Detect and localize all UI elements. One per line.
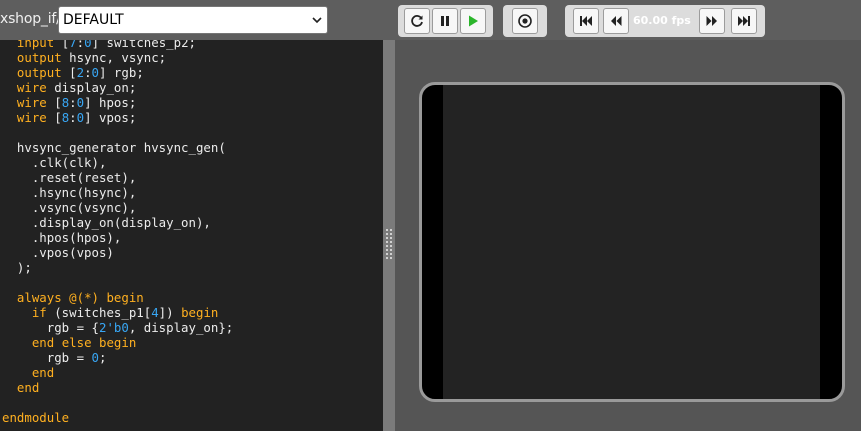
record-controls <box>503 5 547 37</box>
code-editor[interactable]: input [7:0] switches_p2; output hsync, v… <box>0 40 383 431</box>
code-line: end else begin <box>31 335 137 350</box>
reset-icon <box>411 15 423 27</box>
file-path-label: xshop_if/ <box>0 11 61 27</box>
reset-button[interactable] <box>404 8 430 34</box>
code-line: rgb = {2'b0, display_on}; <box>2 320 234 335</box>
crt-screen <box>443 85 820 399</box>
code-line: always @(*) begin <box>16 290 144 305</box>
step-back-button[interactable] <box>603 8 629 34</box>
playback-controls: 60.00 fps <box>565 5 765 37</box>
toolbar: xshop_if/ DEFAULT 60.00 fps <box>0 0 861 40</box>
code-line: output [2:0] rgb; <box>16 65 144 80</box>
code-line: .clk(clk), <box>2 155 107 170</box>
preset-select-value: DEFAULT <box>63 12 124 28</box>
code-line: .hsync(hsync), <box>2 185 137 200</box>
code-line: wire [8:0] hpos; <box>16 95 137 110</box>
code-text[interactable]: input [7:0] switches_p2; output hsync, v… <box>2 40 233 425</box>
code-line: end <box>31 365 55 380</box>
code-line: .hpos(hpos), <box>2 230 122 245</box>
pause-icon <box>441 16 449 26</box>
code-line: rgb = 0; <box>2 350 107 365</box>
code-line: ); <box>2 260 32 275</box>
step-forward-button[interactable] <box>699 8 725 34</box>
chevron-down-icon <box>312 17 322 24</box>
record-button[interactable] <box>512 8 538 34</box>
code-line: .vpos(vpos) <box>2 245 114 260</box>
code-line: output hsync, vsync; <box>16 50 167 65</box>
code-line: if (switches_p1[4]) begin <box>31 305 219 320</box>
grip-dots-icon <box>386 229 392 259</box>
code-line: .display_on(display_on), <box>2 215 211 230</box>
code-line: wire display_on; <box>16 80 137 95</box>
skip-to-end-button[interactable] <box>731 8 757 34</box>
crt-display[interactable] <box>419 82 845 402</box>
code-line: .reset(reset), <box>2 170 137 185</box>
run-controls <box>398 5 493 37</box>
skip-to-start-button[interactable] <box>573 8 599 34</box>
pause-button[interactable] <box>432 8 458 34</box>
preset-select[interactable]: DEFAULT <box>58 6 328 34</box>
skip-to-start-icon <box>580 16 592 26</box>
fast-forward-icon <box>706 16 717 26</box>
code-line: end <box>16 380 40 395</box>
code-line: endmodule <box>2 410 70 425</box>
play-icon <box>469 15 478 27</box>
rewind-icon <box>611 16 622 26</box>
emulator-panel <box>395 40 861 431</box>
code-line: wire [8:0] vpos; <box>16 110 137 125</box>
code-line: .vsync(vsync), <box>2 200 137 215</box>
skip-to-end-icon <box>738 16 750 26</box>
code-line: hvsync_generator hvsync_gen( <box>2 140 226 155</box>
play-button[interactable] <box>460 8 486 34</box>
fps-readout: 60.00 fps <box>633 14 691 27</box>
code-line: input [7:0] switches_p2; <box>16 40 196 50</box>
record-icon <box>518 14 532 28</box>
splitter-handle[interactable] <box>383 40 395 431</box>
